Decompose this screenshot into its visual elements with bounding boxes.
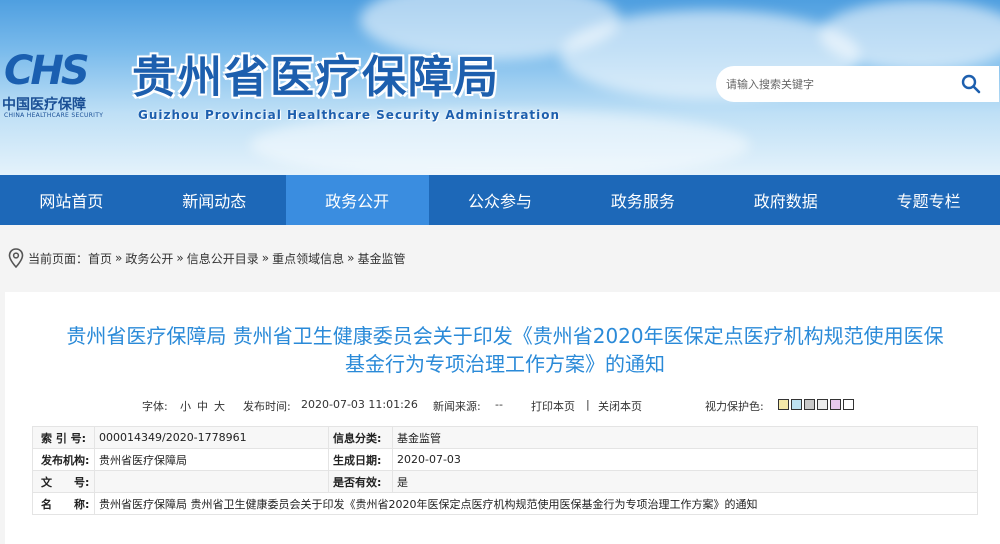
site-title: 贵州省医疗保障局 bbox=[132, 52, 500, 103]
font-size-small[interactable]: 小 bbox=[180, 398, 191, 414]
site-header: CHS 中国医疗保障 CHINA HEALTHCARE SECURITY 贵州省… bbox=[0, 0, 1000, 175]
nav-item-government-affairs[interactable]: 政务公开 bbox=[285, 175, 429, 225]
article-title-line: 贵州省医疗保障局 贵州省卫生健康委员会关于印发《贵州省2020年医保定点医疗机构… bbox=[66, 324, 944, 348]
search-icon[interactable] bbox=[961, 74, 981, 94]
logo-cn-text: 中国医疗保障 bbox=[2, 97, 86, 113]
close-page-link[interactable]: 关闭本页 bbox=[598, 398, 642, 414]
search-box bbox=[716, 66, 999, 102]
table-row: 名 称: 贵州省医疗保障局 贵州省卫生健康委员会关于印发《贵州省2020年医保定… bbox=[32, 492, 978, 515]
font-size-large[interactable]: 大 bbox=[214, 398, 225, 414]
eye-color-swatch[interactable] bbox=[817, 399, 828, 410]
eye-color-swatch[interactable] bbox=[804, 399, 815, 410]
nav-item-services[interactable]: 政务服务 bbox=[571, 175, 714, 225]
meta-divider: | bbox=[586, 398, 590, 411]
location-pin-icon bbox=[8, 248, 24, 268]
breadcrumb-item-government-affairs[interactable]: 政务公开 bbox=[125, 250, 173, 267]
logo-en-text: CHINA HEALTHCARE SECURITY bbox=[4, 112, 104, 119]
eye-color-swatch[interactable] bbox=[778, 399, 789, 410]
breadcrumb-separator: » bbox=[347, 251, 355, 265]
article-meta: 字体: 小 中 大 发布时间: 2020-07-03 11:01:26 新闻来源… bbox=[5, 396, 1000, 416]
table-row: 索 引 号: 000014349/2020-1778961 信息分类: 基金监管 bbox=[32, 426, 978, 449]
breadcrumb-prefix: 当前页面： bbox=[28, 251, 89, 266]
published-time: 2020-07-03 11:01:26 bbox=[301, 398, 418, 411]
nav-item-data[interactable]: 政府数据 bbox=[714, 175, 857, 225]
breadcrumb-item-fund-supervision[interactable]: 基金监管 bbox=[357, 250, 405, 267]
breadcrumb-item-key-areas[interactable]: 重点领域信息 bbox=[272, 250, 344, 267]
nav-item-news[interactable]: 新闻动态 bbox=[143, 175, 286, 225]
publisher-value: 贵州省医疗保障局 bbox=[94, 448, 329, 471]
index-value: 000014349/2020-1778961 bbox=[94, 426, 329, 449]
date-value: 2020-07-03 bbox=[392, 448, 978, 471]
table-row: 文 号: 是否有效: 是 bbox=[32, 470, 978, 493]
document-info-table: 索 引 号: 000014349/2020-1778961 信息分类: 基金监管… bbox=[32, 426, 978, 515]
breadcrumb-item-info-catalog[interactable]: 信息公开目录 bbox=[187, 250, 259, 267]
article-title: 贵州省医疗保障局 贵州省卫生健康委员会关于印发《贵州省2020年医保定点医疗机构… bbox=[25, 322, 985, 378]
validity-value: 是 bbox=[392, 470, 978, 493]
doc-number-label: 文 号: bbox=[32, 470, 95, 493]
breadcrumb-separator: » bbox=[115, 251, 123, 265]
doc-name-label: 名 称: bbox=[32, 492, 95, 515]
site-subtitle: Guizhou Provincial Healthcare Security A… bbox=[138, 108, 561, 122]
nav-item-home[interactable]: 网站首页 bbox=[0, 175, 143, 225]
published-label: 发布时间: bbox=[243, 400, 291, 413]
article-title-line: 基金行为专项治理工作方案》的通知 bbox=[345, 352, 665, 376]
font-size-medium[interactable]: 中 bbox=[197, 398, 208, 414]
category-label: 信息分类: bbox=[328, 426, 393, 449]
eye-protection-label: 视力保护色: bbox=[705, 400, 764, 413]
search-input[interactable] bbox=[726, 77, 956, 91]
eye-color-swatch[interactable] bbox=[843, 399, 854, 410]
main-nav: 网站首页 新闻动态 政务公开 公众参与 政务服务 政府数据 专题专栏 bbox=[0, 175, 1000, 225]
eye-color-swatches bbox=[778, 399, 854, 410]
source-value: -- bbox=[495, 398, 503, 411]
font-size-label: 字体: bbox=[142, 400, 168, 413]
breadcrumb-item-home[interactable]: 首页 bbox=[88, 250, 112, 267]
index-label: 索 引 号: bbox=[32, 426, 95, 449]
logo-mark: CHS bbox=[4, 48, 90, 94]
eye-color-swatch[interactable] bbox=[791, 399, 802, 410]
date-label: 生成日期: bbox=[328, 448, 393, 471]
doc-number-value bbox=[94, 470, 329, 493]
article-container: 贵州省医疗保障局 贵州省卫生健康委员会关于印发《贵州省2020年医保定点医疗机构… bbox=[5, 292, 1000, 544]
table-row: 发布机构: 贵州省医疗保障局 生成日期: 2020-07-03 bbox=[32, 448, 978, 471]
validity-label: 是否有效: bbox=[328, 470, 393, 493]
nav-item-topics[interactable]: 专题专栏 bbox=[857, 175, 1000, 225]
doc-name-value: 贵州省医疗保障局 贵州省卫生健康委员会关于印发《贵州省2020年医保定点医疗机构… bbox=[94, 492, 978, 515]
breadcrumb-separator: » bbox=[176, 251, 184, 265]
site-logo[interactable]: CHS 中国医疗保障 CHINA HEALTHCARE SECURITY bbox=[2, 50, 120, 122]
print-link[interactable]: 打印本页 bbox=[531, 398, 575, 414]
breadcrumb: 当前页面： 首页 » 政务公开 » 信息公开目录 » 重点领域信息 » 基金监管 bbox=[0, 242, 1000, 274]
nav-item-public-participation[interactable]: 公众参与 bbox=[429, 175, 572, 225]
eye-color-swatch[interactable] bbox=[830, 399, 841, 410]
breadcrumb-separator: » bbox=[261, 251, 270, 265]
category-value: 基金监管 bbox=[392, 426, 978, 449]
publisher-label: 发布机构: bbox=[32, 448, 95, 471]
source-label: 新闻来源: bbox=[433, 400, 481, 413]
